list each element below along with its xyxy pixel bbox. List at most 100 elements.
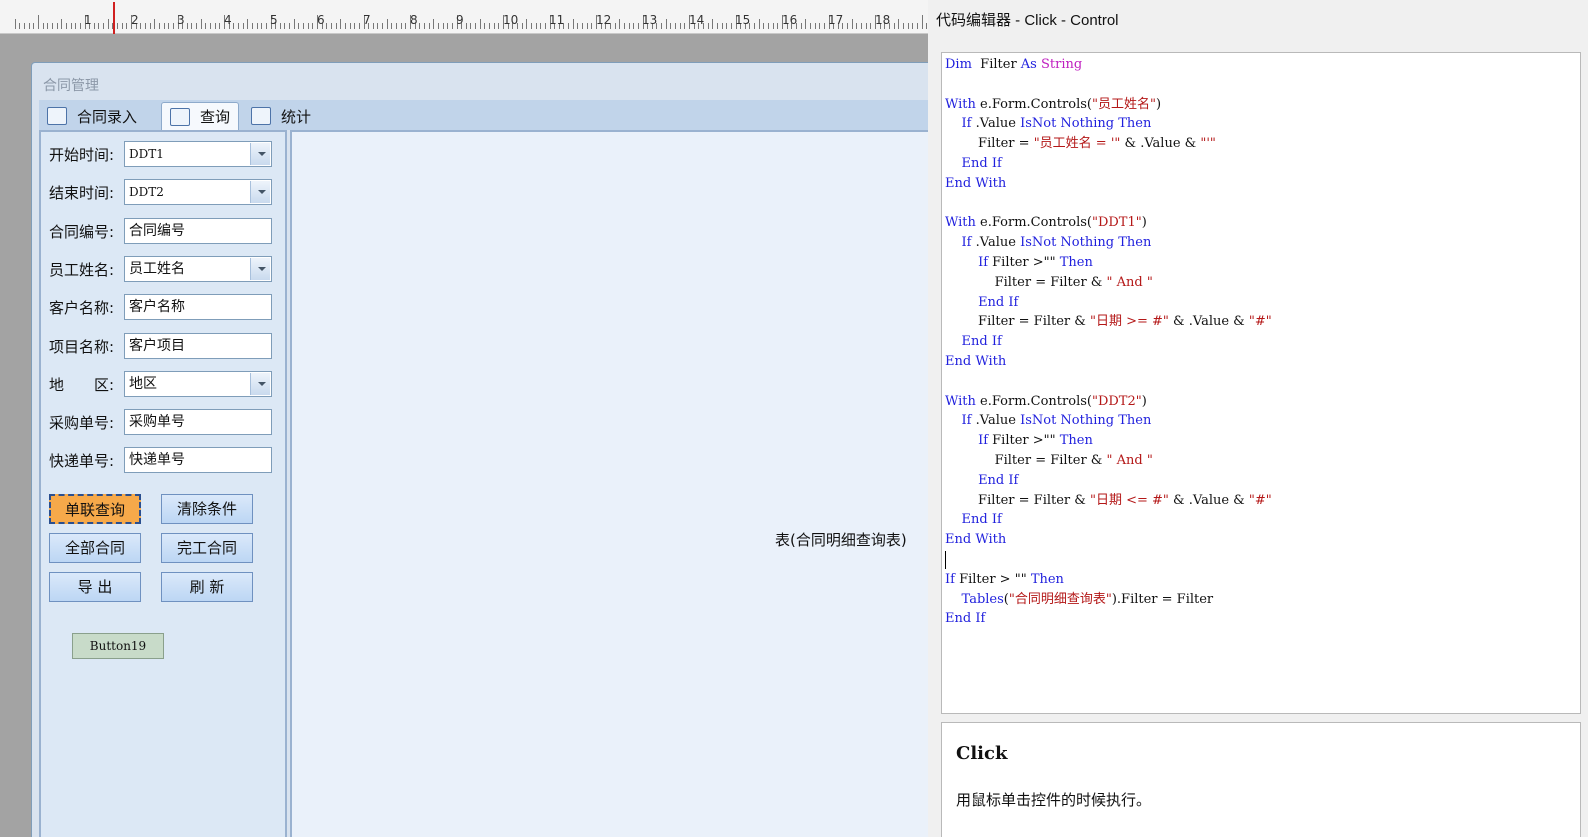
ruler-number: 3 [177, 13, 185, 27]
ruler-tick [452, 23, 453, 29]
ruler-tick [140, 23, 141, 29]
chevron-down-icon[interactable] [250, 181, 270, 203]
code-line: Filter = Filter & " And " [945, 451, 1272, 471]
form-window: 合同管理 合同录入 查询 统计 开始时间: DDT1 结束时间: DDT2 合同… [31, 62, 928, 837]
project-name-input[interactable]: 客户项目 [124, 333, 272, 359]
code-token: ) [1141, 215, 1147, 231]
code-token: "日期 >= #" [1090, 314, 1169, 330]
ruler-tick [261, 23, 262, 29]
table-placeholder[interactable]: 表(合同明细查询表) [290, 130, 928, 837]
ruler-number: 6 [317, 13, 325, 27]
code-line: End If [945, 293, 1272, 313]
editor-title: 代码编辑器 - Click - Control [936, 12, 1119, 29]
form-designer: 1 2 3 4 5 6 7 8 9 10 11 12 13 14 15 16 17 18 合同管理 合同录入 查询… [0, 0, 928, 837]
finished-contracts-button[interactable]: 完工合同 [161, 533, 253, 563]
ruler-tick [443, 23, 444, 29]
ruler-tick [396, 23, 397, 29]
code-token: End If [945, 611, 986, 627]
ruler-tick [615, 23, 616, 29]
ruler-cursor-marker [113, 2, 115, 34]
code-line: If Filter >"" Then [945, 253, 1272, 273]
region-combo[interactable]: 地区 [124, 371, 272, 397]
ruler-tick [866, 23, 867, 29]
code-token: End If [961, 155, 1002, 171]
ruler-tick [373, 23, 374, 29]
code-token: " And " [1106, 452, 1153, 468]
employee-name-combo[interactable]: 员工姓名 [124, 256, 272, 282]
ruler-tick [470, 23, 471, 29]
ruler-tick [629, 23, 630, 29]
ruler-tick [870, 23, 871, 29]
refresh-button[interactable]: 刷 新 [161, 572, 253, 602]
code-token: "#" [1248, 314, 1272, 330]
ruler-number: 10 [503, 13, 519, 27]
single-query-button[interactable]: 单联查询 [49, 494, 141, 524]
ruler-tick [294, 19, 295, 29]
ruler-tick [24, 23, 25, 29]
code-editor[interactable]: Dim Filter As String With e.Form.Controls… [941, 52, 1581, 714]
ruler-tick [350, 23, 351, 29]
end-time-label: 结束时间: [49, 184, 115, 202]
ruler-tick [447, 23, 448, 29]
code-line: End If [945, 471, 1272, 491]
tab-stats[interactable]: 统计 [251, 102, 311, 130]
ruler-tick [238, 23, 239, 29]
chevron-down-icon[interactable] [250, 258, 270, 280]
start-time-combo[interactable]: DDT1 [124, 141, 272, 167]
ruler-tick [331, 23, 332, 29]
purchase-no-input[interactable]: 采购单号 [124, 409, 272, 435]
ruler-tick [680, 23, 681, 29]
code-token: "DDT2" [1091, 393, 1142, 409]
ruler-tick [173, 23, 174, 29]
code-line: End With [945, 530, 1272, 550]
express-no-input[interactable]: 快递单号 [124, 447, 272, 473]
code-line: Tables("合同明细查询表").Filter = Filter [945, 590, 1272, 610]
code-token: Filter = Filter & [945, 492, 1090, 508]
clear-conditions-button[interactable]: 清除条件 [161, 494, 253, 524]
ruler-tick [861, 23, 862, 29]
ruler-tick [498, 23, 499, 29]
ruler-tick [289, 23, 290, 29]
chevron-down-icon[interactable] [250, 143, 270, 165]
ruler-tick [922, 15, 923, 29]
tab-label: 查询 [200, 108, 231, 126]
ruler-tick [466, 23, 467, 29]
tab-query[interactable]: 查询 [161, 102, 240, 130]
ruler-tick [810, 23, 811, 29]
tab-label: 合同录入 [77, 107, 138, 126]
all-contracts-button[interactable]: 全部合同 [49, 533, 141, 563]
code-text[interactable]: Dim Filter As String With e.Form.Controls… [945, 55, 1272, 629]
ruler-tick [145, 23, 146, 29]
ruler-tick [52, 23, 53, 29]
ruler-tick [856, 23, 857, 29]
ruler-tick [587, 23, 588, 29]
ruler-tick [387, 19, 388, 29]
ruler-number: 2 [131, 13, 139, 27]
export-button[interactable]: 导 出 [49, 572, 141, 602]
chevron-down-icon[interactable] [250, 373, 270, 395]
code-token: "日期 <= #" [1090, 492, 1169, 508]
ruler-tick [540, 23, 541, 29]
code-token: Then [1059, 433, 1093, 449]
button19[interactable]: Button19 [72, 633, 164, 659]
ruler-tick [661, 23, 662, 29]
tab-contract-entry[interactable]: 合同录入 [47, 102, 137, 130]
help-title: Click [956, 743, 1008, 764]
end-time-combo[interactable]: DDT2 [124, 179, 272, 205]
form-entry-icon [47, 107, 67, 125]
code-token: ).Filter = Filter [1111, 591, 1214, 607]
ruler-tick [298, 23, 299, 29]
ruler-tick [424, 23, 425, 29]
customer-name-label: 客户名称: [49, 299, 115, 317]
ruler-tick [894, 23, 895, 29]
code-token: Filter [971, 57, 1021, 72]
contract-no-input[interactable]: 合同编号 [124, 218, 272, 244]
ruler-tick [582, 23, 583, 29]
code-token: "员工姓名" [1091, 96, 1156, 112]
ruler: 1 2 3 4 5 6 7 8 9 10 11 12 13 14 15 16 17 18 [0, 0, 928, 34]
customer-name-input[interactable]: 客户名称 [124, 294, 272, 320]
ruler-tick [103, 23, 104, 29]
